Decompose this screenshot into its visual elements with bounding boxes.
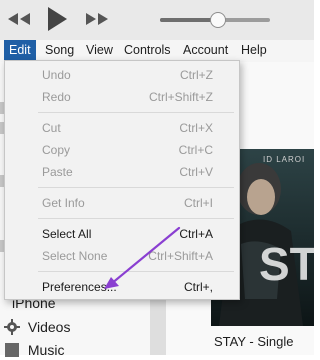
volume-slider[interactable] <box>160 12 270 28</box>
menu-item-get-info[interactable]: Get Info Ctrl+I <box>5 192 239 214</box>
play-button[interactable] <box>44 5 70 33</box>
menu-edit[interactable]: Edit <box>4 40 36 61</box>
menu-controls[interactable]: Controls <box>119 40 176 61</box>
album-title[interactable]: STAY - Single <box>214 334 293 349</box>
menu-help[interactable]: Help <box>236 40 272 61</box>
menu-item-preferences[interactable]: Preferences... Ctrl+, <box>5 276 239 298</box>
menu-item-label: Paste <box>42 165 73 179</box>
menu-separator <box>38 112 234 113</box>
menu-separator <box>38 218 234 219</box>
menu-item-shortcut: Ctrl+X <box>179 121 213 135</box>
music-icon <box>5 343 19 357</box>
menu-item-shortcut: Ctrl+Shift+A <box>148 249 213 263</box>
menu-item-label: Select None <box>42 249 108 263</box>
menu-item-shortcut: Ctrl+C <box>178 143 213 157</box>
menu-item-shortcut: Ctrl+I <box>183 196 213 210</box>
player-toolbar <box>0 0 314 40</box>
rewind-button[interactable] <box>6 9 32 29</box>
sidebar-item-label: Music <box>27 342 65 358</box>
menu-item-shortcut: Ctrl+Z <box>180 68 213 82</box>
menu-view[interactable]: View <box>81 40 118 61</box>
menu-item-cut[interactable]: Cut Ctrl+X <box>5 117 239 139</box>
rewind-icon <box>8 13 30 25</box>
menu-item-label: Select All <box>42 227 92 241</box>
menu-item-label: Undo <box>42 68 71 82</box>
menu-bar: Edit Song View Controls Account Help <box>0 40 314 62</box>
menu-item-paste[interactable]: Paste Ctrl+V <box>5 161 239 183</box>
menu-item-select-none[interactable]: Select None Ctrl+Shift+A <box>5 245 239 267</box>
sidebar-item-music[interactable]: Music <box>4 340 64 360</box>
album-art-title: STAY <box>259 238 314 290</box>
menu-item-undo[interactable]: Undo Ctrl+Z <box>5 64 239 86</box>
volume-knob[interactable] <box>210 12 227 28</box>
menu-item-label: Copy <box>42 143 71 157</box>
menu-item-select-all[interactable]: Select All Ctrl+A <box>5 223 239 245</box>
menu-item-label: Get Info <box>42 196 85 210</box>
fast-forward-button[interactable] <box>84 9 110 29</box>
menu-song[interactable]: Song <box>40 40 79 61</box>
menu-item-shortcut: Ctrl+, <box>183 280 213 294</box>
gear-icon <box>4 319 20 335</box>
menu-item-redo[interactable]: Redo Ctrl+Shift+Z <box>5 86 239 108</box>
menu-item-label: Preferences... <box>42 280 117 294</box>
edit-menu: Undo Ctrl+Z Redo Ctrl+Shift+Z Cut Ctrl+X… <box>4 60 240 300</box>
menu-item-copy[interactable]: Copy Ctrl+C <box>5 139 239 161</box>
sidebar-item-videos[interactable]: Videos <box>4 317 70 337</box>
menu-item-label: Redo <box>42 90 71 104</box>
menu-separator <box>38 187 234 188</box>
volume-fill <box>160 18 218 22</box>
menu-item-shortcut: Ctrl+Shift+Z <box>148 90 213 104</box>
menu-item-shortcut: Ctrl+A <box>179 227 213 241</box>
menu-account[interactable]: Account <box>178 40 233 61</box>
menu-item-label: Cut <box>42 121 61 135</box>
menu-separator <box>38 271 234 272</box>
fast-forward-icon <box>86 13 108 25</box>
sidebar-item-label: Videos <box>27 319 71 335</box>
play-icon <box>48 7 67 31</box>
album-art-small-text: ID LAROI <box>263 155 306 164</box>
menu-item-shortcut: Ctrl+V <box>179 165 213 179</box>
